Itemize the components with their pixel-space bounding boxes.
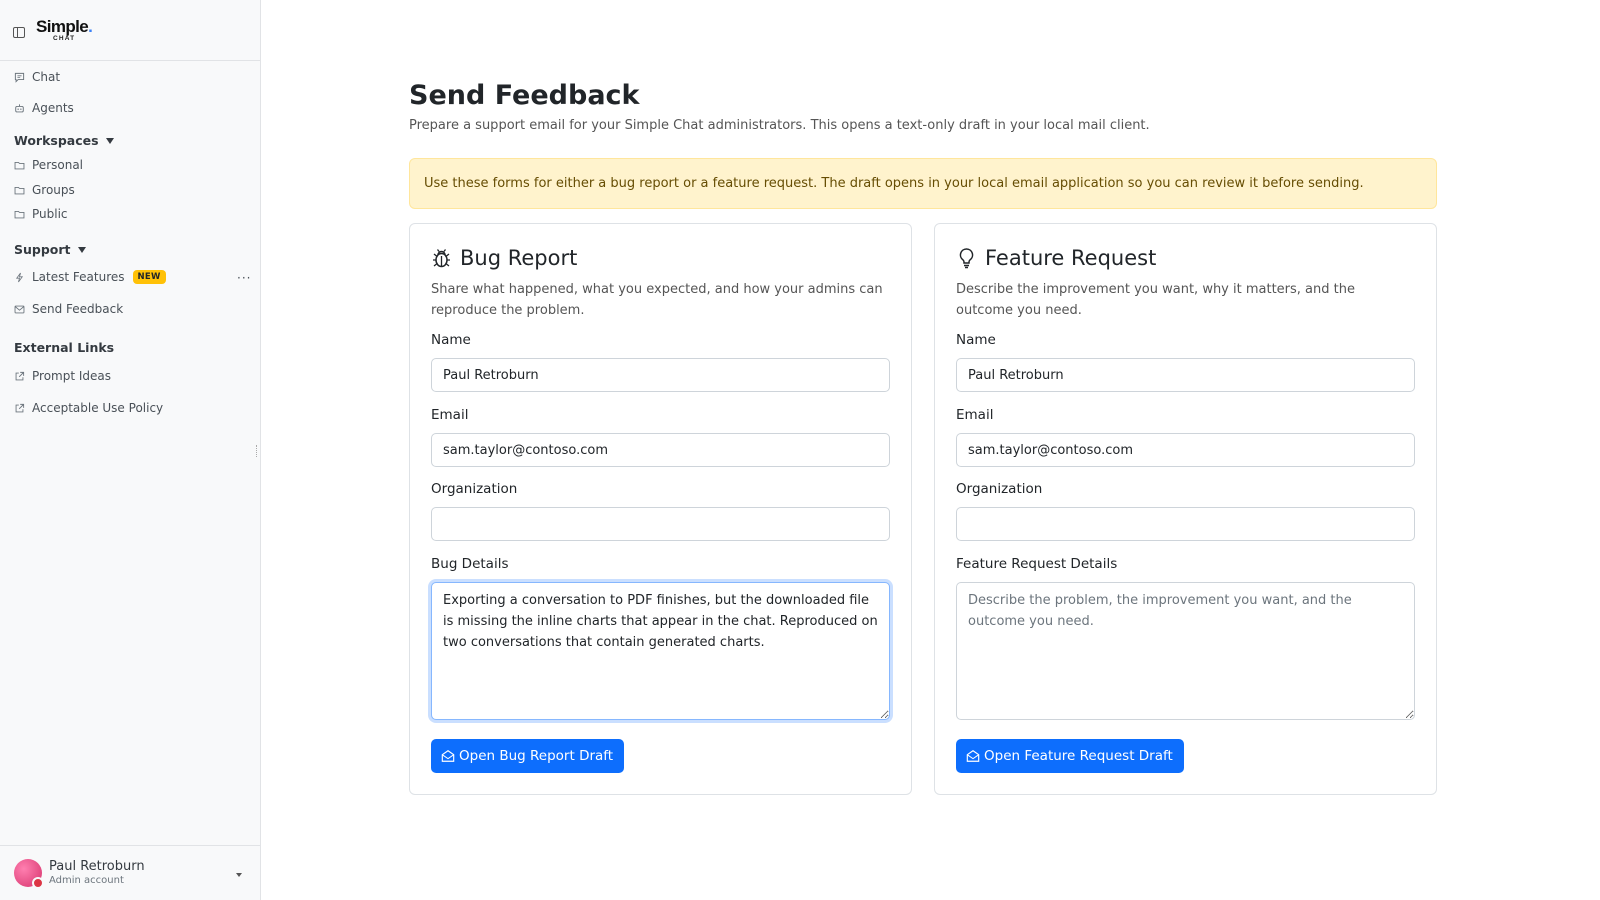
- info-alert: Use these forms for either a bug report …: [409, 158, 1437, 209]
- bug-details-label: Bug Details: [431, 556, 509, 572]
- user-name: Paul Retroburn: [49, 859, 145, 875]
- sidebar-item-label: Agents: [32, 101, 74, 115]
- chevron-down-icon[interactable]: [236, 873, 242, 877]
- sidebar-item-label: Acceptable Use Policy: [32, 401, 164, 415]
- sidebar-item-label: Latest Features: [32, 270, 125, 284]
- envelope-open-icon: [966, 749, 980, 763]
- sidebar-item-agents[interactable]: Agents: [14, 101, 74, 115]
- bug-organization-field[interactable]: [431, 507, 890, 541]
- user-account-menu[interactable]: Paul Retroburn Admin account: [0, 845, 260, 900]
- bug-report-card: Bug Report Share what happened, what you…: [409, 223, 912, 795]
- avatar: [14, 859, 44, 889]
- sidebar-resize-handle[interactable]: [256, 445, 258, 457]
- feature-request-card: Feature Request Describe the improvement…: [934, 223, 1437, 795]
- sidebar-item-label: Prompt Ideas: [32, 369, 112, 383]
- sidebar-item-label: Chat: [32, 70, 61, 84]
- sidebar-item-label: Public: [32, 207, 68, 221]
- sidebar-item-label: Send Feedback: [32, 302, 124, 316]
- external-link-icon: [14, 403, 25, 414]
- user-role: Admin account: [49, 874, 124, 886]
- caret-down-icon: [77, 246, 86, 253]
- envelope-open-icon: [441, 749, 455, 763]
- sidebar-item-send-feedback[interactable]: Send Feedback: [14, 302, 123, 316]
- feature-details-textarea[interactable]: [956, 582, 1415, 720]
- feature-details-label: Feature Request Details: [956, 556, 1118, 572]
- bug-organization-label: Organization: [431, 481, 518, 497]
- sidebar-item-public[interactable]: Public: [14, 207, 68, 221]
- page-title: Send Feedback: [409, 80, 640, 111]
- open-bug-report-draft-button[interactable]: Open Bug Report Draft: [431, 739, 625, 773]
- caret-down-icon: [105, 137, 114, 144]
- feature-request-description: Describe the improvement you want, why i…: [956, 282, 1355, 318]
- brand-bar: Simple. CHAT: [0, 0, 260, 61]
- feature-organization-field[interactable]: [956, 507, 1415, 541]
- bug-name-label: Name: [431, 332, 471, 348]
- simple-chat-logo[interactable]: Simple. CHAT: [36, 18, 93, 43]
- robot-icon: [14, 103, 25, 114]
- open-feature-request-draft-button[interactable]: Open Feature Request Draft: [956, 739, 1184, 773]
- sidebar-item-label: Groups: [32, 183, 75, 197]
- feature-email-field[interactable]: [956, 433, 1415, 467]
- sidebar-item-latest-features[interactable]: Latest Features NEW: [14, 270, 166, 284]
- sidebar-item-prompt-ideas[interactable]: Prompt Ideas: [14, 369, 111, 383]
- external-link-icon: [14, 371, 25, 382]
- bug-report-title: Bug Report: [431, 246, 577, 270]
- bug-name-field[interactable]: [431, 358, 890, 392]
- sidebar-item-personal[interactable]: Personal: [14, 158, 83, 172]
- sidebar-item-label: Personal: [32, 158, 84, 172]
- status-indicator: [32, 877, 44, 889]
- new-badge: NEW: [132, 270, 166, 284]
- support-heading[interactable]: Support: [14, 242, 86, 257]
- external-links-heading: External Links: [14, 340, 115, 355]
- chat-icon: [14, 72, 25, 83]
- lightbulb-icon: [956, 247, 977, 269]
- bug-icon: [431, 247, 452, 269]
- folder-icon: [14, 209, 25, 220]
- bug-details-textarea[interactable]: Exporting a conversation to PDF finishes…: [431, 582, 890, 720]
- page-description: Prepare a support email for your Simple …: [409, 118, 1150, 133]
- bug-email-field[interactable]: [431, 433, 890, 467]
- sidebar-item-groups[interactable]: Groups: [14, 183, 75, 197]
- folder-icon: [14, 160, 25, 171]
- workspaces-heading[interactable]: Workspaces: [14, 133, 114, 148]
- sidebar-toggle-icon[interactable]: [13, 26, 25, 38]
- feature-organization-label: Organization: [956, 481, 1043, 497]
- latest-features-more-icon[interactable]: ···: [237, 271, 251, 285]
- feature-name-field[interactable]: [956, 358, 1415, 392]
- feature-request-title: Feature Request: [956, 246, 1156, 270]
- sidebar-item-acceptable-use-policy[interactable]: Acceptable Use Policy: [14, 401, 163, 415]
- bug-email-label: Email: [431, 407, 469, 423]
- sidebar: Simple. CHAT Chat Agents Workspaces Pers…: [0, 0, 261, 900]
- envelope-icon: [14, 304, 25, 315]
- feature-email-label: Email: [956, 407, 994, 423]
- lightning-icon: [14, 272, 25, 283]
- feature-name-label: Name: [956, 332, 996, 348]
- folder-icon: [14, 185, 25, 196]
- alert-text: Use these forms for either a bug report …: [424, 176, 1364, 191]
- sidebar-item-chat[interactable]: Chat: [14, 70, 60, 84]
- bug-report-description: Share what happened, what you expected, …: [431, 282, 883, 318]
